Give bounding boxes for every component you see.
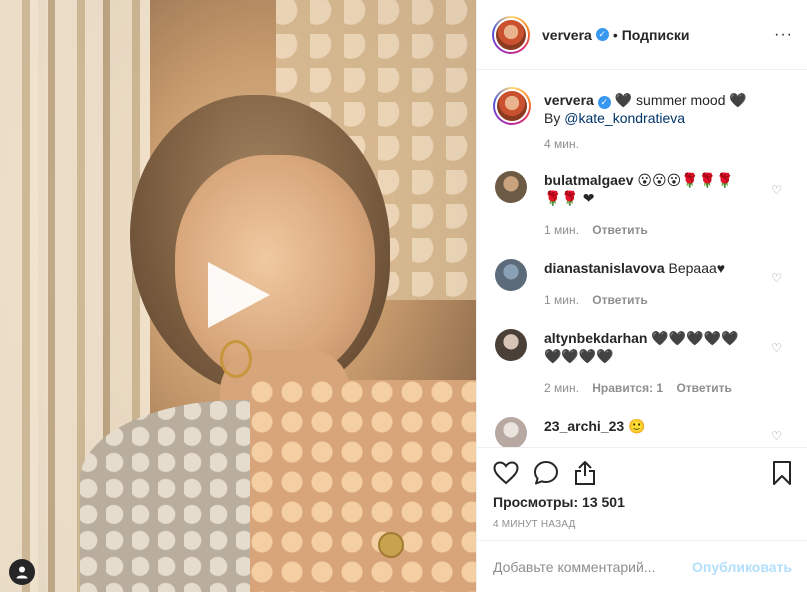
heart-icon[interactable] [493, 461, 519, 485]
comment-avatar[interactable] [495, 259, 527, 291]
caption-time[interactable]: 4 мин. [544, 137, 792, 151]
post-actions: Просмотры: 13 501 4 МИНУТ НАЗАД [477, 447, 807, 530]
bookmark-icon[interactable] [772, 460, 792, 486]
share-icon[interactable] [573, 460, 597, 486]
separator-dot: • [612, 26, 618, 43]
post-media[interactable] [0, 0, 476, 592]
heart-icon[interactable]: ♡ [771, 341, 782, 355]
comment-time[interactable]: 2 мин. [544, 381, 579, 395]
post-header: ververa ✓ • Подписки ··· [477, 0, 807, 70]
author-username[interactable]: ververa [542, 27, 592, 43]
heart-icon[interactable]: ♡ [771, 271, 782, 285]
comment-item: bulatmalgaev 😮😮😮🌹🌹🌹🌹🌹 ❤ 1 мин. Ответить … [493, 171, 792, 239]
heart-icon[interactable]: ♡ [771, 183, 782, 197]
caption-username[interactable]: ververa [544, 92, 594, 108]
comment-item: dianastanislavova Вераaa♥ 1 мин. Ответит… [493, 259, 792, 309]
heart-icon[interactable]: ♡ [771, 429, 782, 443]
comment-avatar[interactable] [495, 329, 527, 361]
post-sidebar: ververa ✓ • Подписки ··· ververa ✓ 🖤 summ… [476, 0, 807, 592]
author-avatar[interactable] [492, 15, 530, 54]
comment-username[interactable]: altynbekdarhan [544, 330, 647, 346]
following-button[interactable]: Подписки [622, 27, 690, 43]
caption-mention-link[interactable]: @kate_kondratieva [564, 110, 685, 126]
comment-username[interactable]: dianastanislavova [544, 260, 665, 276]
comment-item: altynbekdarhan 🖤🖤🖤🖤🖤🖤🖤🖤🖤 2 мин. Нравится… [493, 329, 792, 397]
reply-button[interactable]: Ответить [592, 223, 647, 237]
reply-button[interactable]: Ответить [592, 293, 647, 307]
comment-text: 🙂 [628, 418, 646, 434]
media-skin [250, 380, 476, 592]
post-comment-button[interactable]: Опубликовать [692, 559, 792, 575]
verified-icon: ✓ [597, 96, 611, 109]
reply-button[interactable]: Ответить [676, 381, 731, 395]
comment-item: 23_archi_23 🙂 ♡ [493, 417, 792, 447]
more-icon[interactable]: ··· [774, 26, 793, 44]
caption-avatar[interactable] [493, 87, 531, 125]
caption-by: By [544, 110, 565, 126]
comment-avatar[interactable] [495, 417, 527, 447]
media-pendant [378, 532, 404, 558]
post-timestamp[interactable]: 4 МИНУТ НАЗАД [493, 519, 792, 530]
comment-username[interactable]: bulatmalgaev [544, 172, 633, 188]
user-tag-icon[interactable] [9, 559, 35, 585]
comment-input[interactable] [493, 558, 693, 575]
add-comment-bar: Опубликовать [477, 540, 807, 592]
caption-text: 🖤 summer mood 🖤 [614, 92, 747, 108]
comments-list[interactable]: ververa ✓ 🖤 summer mood 🖤 By @kate_kondra… [477, 71, 807, 447]
post-caption: ververa ✓ 🖤 summer mood 🖤 By @kate_kondra… [493, 87, 792, 127]
comment-time[interactable]: 1 мин. [544, 293, 579, 307]
comment-likes[interactable]: Нравится: 1 [592, 381, 663, 395]
comment-text: Вераaa♥ [668, 260, 726, 276]
comment-time[interactable]: 1 мин. [544, 223, 579, 237]
play-icon[interactable] [208, 262, 270, 328]
verified-icon: ✓ [595, 28, 609, 41]
comment-avatar[interactable] [495, 171, 527, 203]
comment-username[interactable]: 23_archi_23 [544, 418, 624, 434]
media-earring [220, 340, 252, 378]
comment-icon[interactable] [533, 460, 559, 486]
view-count[interactable]: Просмотры: 13 501 [493, 494, 792, 510]
